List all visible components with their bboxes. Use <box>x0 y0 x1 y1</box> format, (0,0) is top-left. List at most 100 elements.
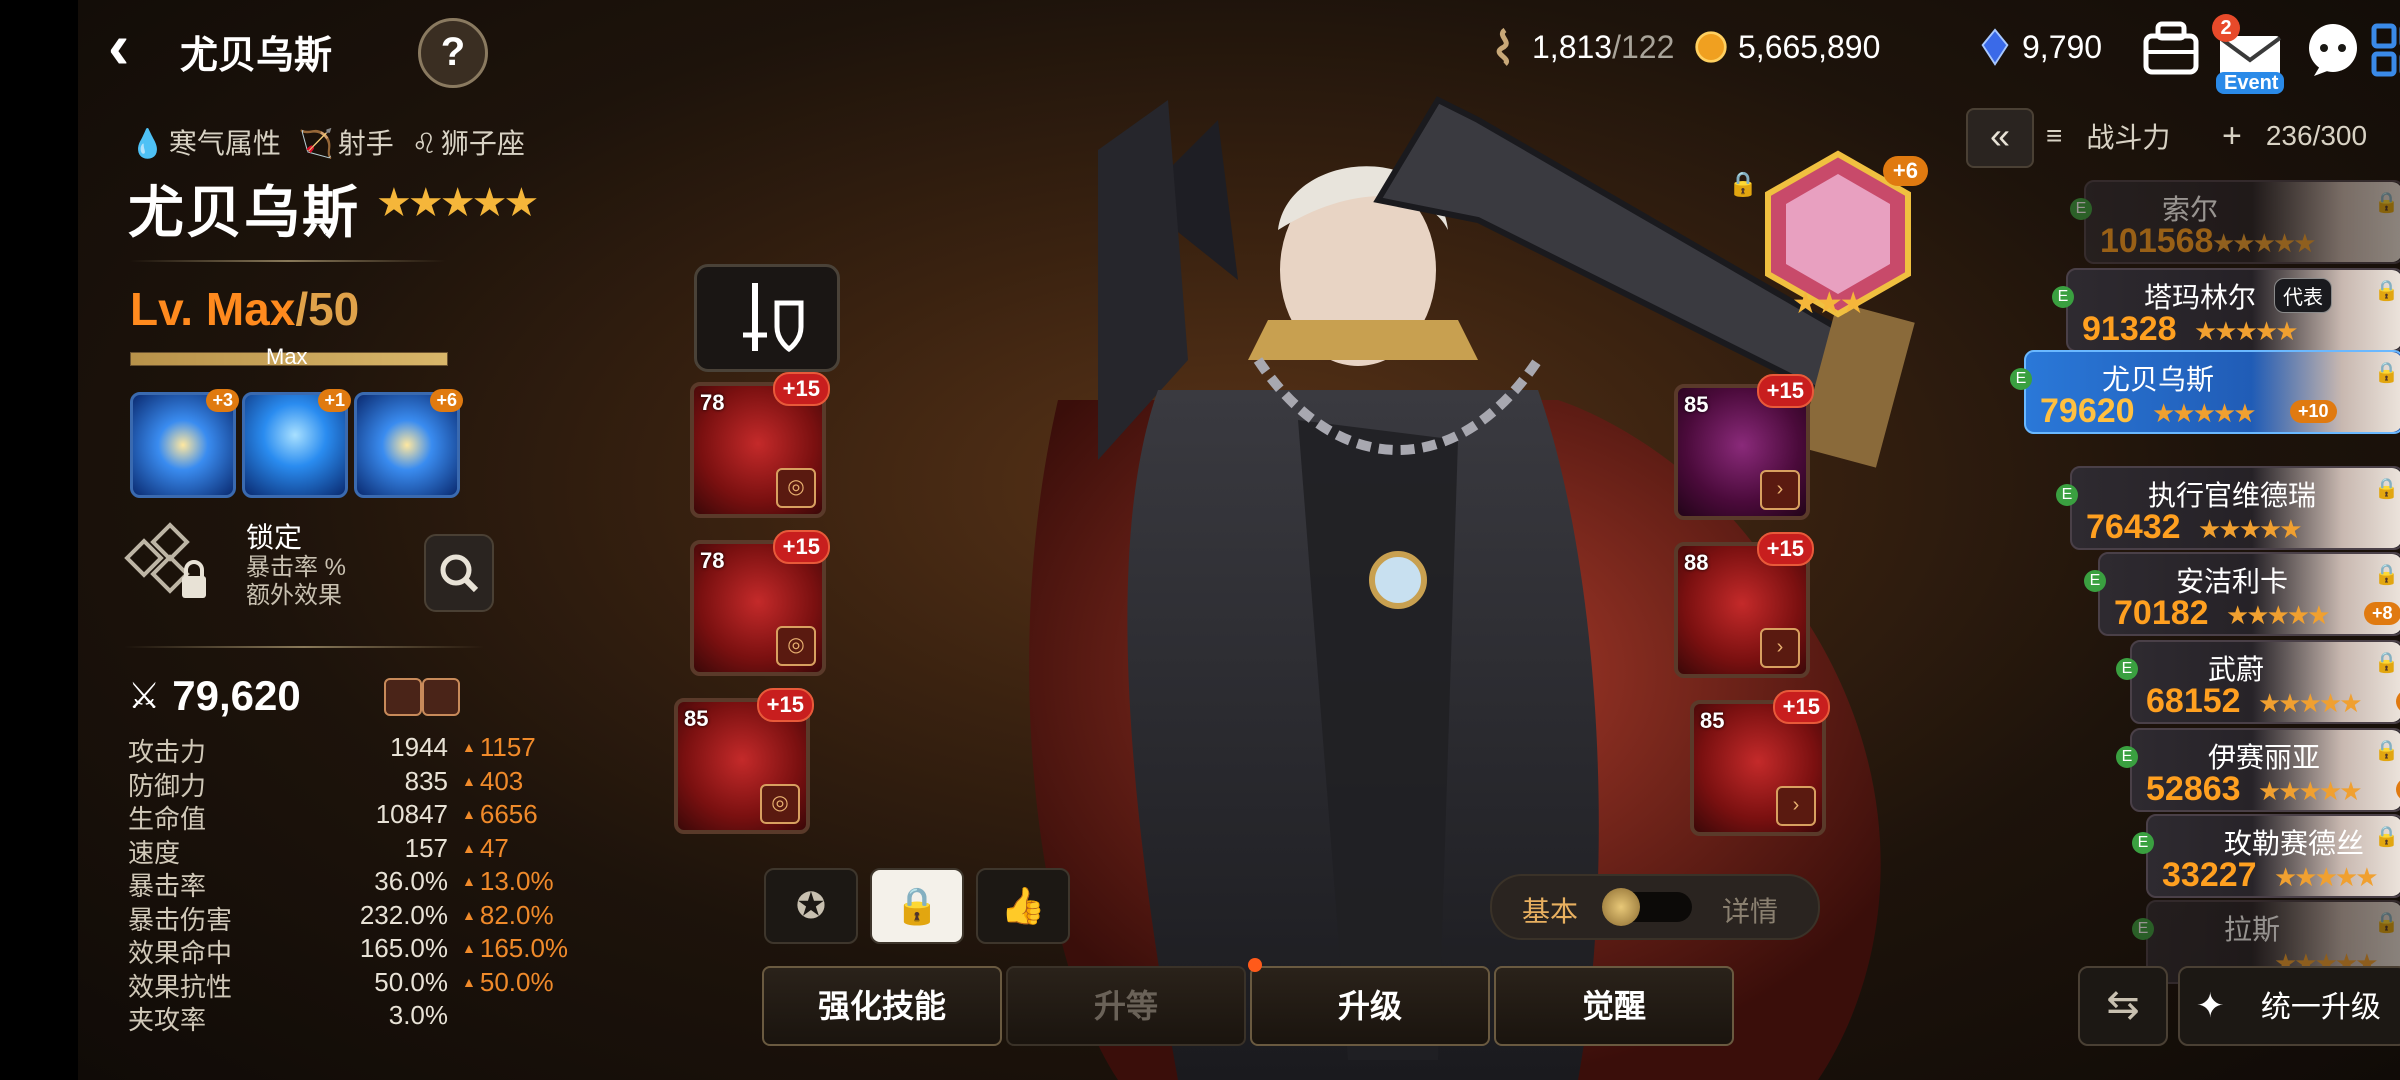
hero-count[interactable]: + 236/300 <box>2222 108 2367 164</box>
lock-icon: 🔒 <box>2374 740 2399 762</box>
collapse-list-button[interactable]: « <box>1966 108 2034 168</box>
stat-base-value: 835 <box>404 765 448 796</box>
hero-list-row[interactable]: E 尤贝乌斯 79620 ★★★★★ 🔒 +10 <box>2010 350 2400 434</box>
hero-list-name: 拉斯 <box>2224 914 2281 945</box>
element-attr[interactable]: 💧 寒气属性 <box>130 122 281 162</box>
menu-grid-icon[interactable] <box>2368 16 2400 82</box>
hero-list-cp: 76432 <box>2086 508 2181 546</box>
representative-tag: 代表 <box>2274 278 2332 313</box>
equip-status-icon: E <box>2052 286 2074 308</box>
equip-status-icon: E <box>2132 832 2154 854</box>
equip-status-icon: E <box>2132 918 2154 940</box>
thumbs-up-icon: 👍 <box>1000 885 1046 926</box>
set-effect-icon[interactable] <box>422 678 460 716</box>
chat-icon[interactable] <box>2300 16 2366 82</box>
lock-hero-button[interactable]: 🔒 <box>870 868 964 944</box>
back-arrow-icon[interactable]: ‹ <box>108 14 168 80</box>
upgrade-icon: ✦ <box>2196 987 2225 1025</box>
skill-2[interactable]: +1 <box>242 389 351 498</box>
equip-status-icon: E <box>2116 746 2138 768</box>
equipment-slot-right-1[interactable]: 85 +15 › <box>1674 374 1814 520</box>
crystal-counter[interactable]: 9,790 <box>1978 28 2102 66</box>
hero-list-row[interactable]: E伊赛丽亚52863★★★★★🔒+9 <box>2116 728 2400 812</box>
hero-list-row[interactable]: E 执行官维德瑞 76432 ★★★★★ 🔒 <box>2056 466 2400 550</box>
inventory-icon[interactable] <box>2138 16 2204 82</box>
hero-list-cp: 101568 <box>2100 222 2214 260</box>
hero-list-stars: ★★★★★ <box>2194 316 2299 346</box>
star-plus-icon: ✪ <box>795 885 827 926</box>
equipment-set-button[interactable] <box>694 264 840 372</box>
skill-1[interactable]: +3 <box>130 389 239 498</box>
lock-icon: 🔒 <box>2374 826 2399 848</box>
imprint-search-button[interactable] <box>424 534 494 612</box>
skill-enhance-badge: +1 <box>318 389 351 412</box>
equipment-level: 85 <box>1684 392 1709 417</box>
awaken-button[interactable]: 觉醒 <box>1494 966 1734 1046</box>
level-label: Lv. Max <box>130 283 296 335</box>
hero-list-cp: 33227 <box>2162 856 2257 894</box>
favorite-star-button[interactable]: ✪ <box>764 868 858 944</box>
help-button[interactable]: ? <box>418 18 488 88</box>
list-sort[interactable]: ≡ 战斗力 <box>2046 108 2170 164</box>
event-label: Event <box>2224 72 2279 94</box>
equipment-enhance-badge: +15 <box>756 688 814 722</box>
toggle-detail-label: 详情 <box>1721 896 1778 927</box>
zodiac-attr[interactable]: ♌ 狮子座 <box>412 122 525 162</box>
like-button[interactable]: 👍 <box>976 868 1070 944</box>
double-chevron-left-icon: « <box>1989 115 2011 156</box>
artifact-enhance-badge: +6 <box>1882 156 1928 186</box>
combat-power: ⚔ 79,620 <box>128 672 301 720</box>
hero-list-row[interactable]: E 玫勒赛德丝 33227 ★★★★★ 🔒 <box>2132 814 2400 898</box>
equipment-level: 78 <box>700 548 725 573</box>
equipment-level: 78 <box>700 390 725 415</box>
lock-icon: 🔒 <box>2374 192 2399 214</box>
sort-icon: ≡ <box>2046 120 2063 151</box>
equip-status-icon: E <box>2070 198 2092 220</box>
mail-button[interactable]: 2 Event <box>2212 10 2288 96</box>
hero-list-stars: ★★★★★ <box>2198 514 2303 544</box>
swap-button[interactable]: ⇆ <box>2078 966 2168 1046</box>
stat-name: 暴击率 <box>128 871 207 901</box>
equipment-slot-left-3[interactable]: 85 +15 ◎ <box>674 688 814 834</box>
set-effect-icon[interactable] <box>384 678 422 716</box>
stat-name: 速度 <box>128 837 181 868</box>
lock-icon: 🔒 <box>2374 912 2399 934</box>
equipment-set-icon: › <box>1760 470 1800 510</box>
divider <box>124 646 484 648</box>
hero-list-row[interactable]: E武蔚68152★★★★★🔒+10 <box>2116 640 2400 724</box>
equipment-slot-right-2[interactable]: 88 +15 › <box>1674 532 1814 678</box>
hero-list-row[interactable]: E 索尔 101568 ★★★★★ 🔒 <box>2070 180 2400 264</box>
hero-list-row[interactable]: E 安洁利卡 70182 ★★★★★ 🔒 +8 <box>2084 552 2400 636</box>
stats-view-toggle[interactable]: 基本 详情 <box>1490 874 1820 940</box>
stat-bonus-value: 1157 <box>462 732 536 763</box>
imprint-line-1: 暴击率 % <box>246 554 347 581</box>
enhance-skill-button[interactable]: 强化技能 <box>762 966 1002 1046</box>
stat-name: 效果抗性 <box>128 971 233 1002</box>
equip-status-icon: E <box>2056 484 2078 506</box>
hero-list-cp: 68152 <box>2146 682 2241 720</box>
artifact-slot[interactable]: +6 ★★★ 🔒 <box>1728 150 1928 320</box>
class-attr[interactable]: 🏹 射手 <box>299 122 394 162</box>
skill-enhance-badge: +6 <box>430 389 463 412</box>
lock-icon: 🔒 <box>2374 478 2399 500</box>
level-up-button[interactable]: 升级 <box>1250 966 1490 1046</box>
hero-list-row[interactable]: E 塔玛林尔 91328 ★★★★★ 🔒 代表 <box>2052 268 2400 352</box>
skill-3[interactable]: +6 <box>354 389 463 498</box>
imprint-lock-title: 锁定 <box>246 522 303 553</box>
hero-count-value: 236/300 <box>2265 120 2368 151</box>
equipment-slot-left-2[interactable]: 78 +15 ◎ <box>690 530 830 676</box>
sort-label: 战斗力 <box>2086 122 2171 153</box>
equipment-slot-left-1[interactable]: 78 +15 ◎ <box>690 372 830 518</box>
promote-button[interactable]: 升等 <box>1006 966 1246 1046</box>
hero-list-stars: ★★★★★ <box>2226 600 2331 630</box>
stat-base-value: 232.0% <box>359 899 448 930</box>
toggle-knob[interactable] <box>1602 888 1692 926</box>
lock-icon: 🔒 <box>2374 564 2399 586</box>
water-drop-icon: 💧 <box>130 128 165 159</box>
combat-power-value: 79,620 <box>172 672 301 719</box>
imprint-line-2: 额外效果 <box>246 582 342 609</box>
unify-upgrade-button[interactable]: ✦ 统一升级 <box>2178 966 2400 1046</box>
hero-list-cp: 70182 <box>2114 594 2209 632</box>
lock-icon: 🔒 <box>2374 362 2399 384</box>
equipment-slot-right-3[interactable]: 85 +15 › <box>1690 690 1830 836</box>
